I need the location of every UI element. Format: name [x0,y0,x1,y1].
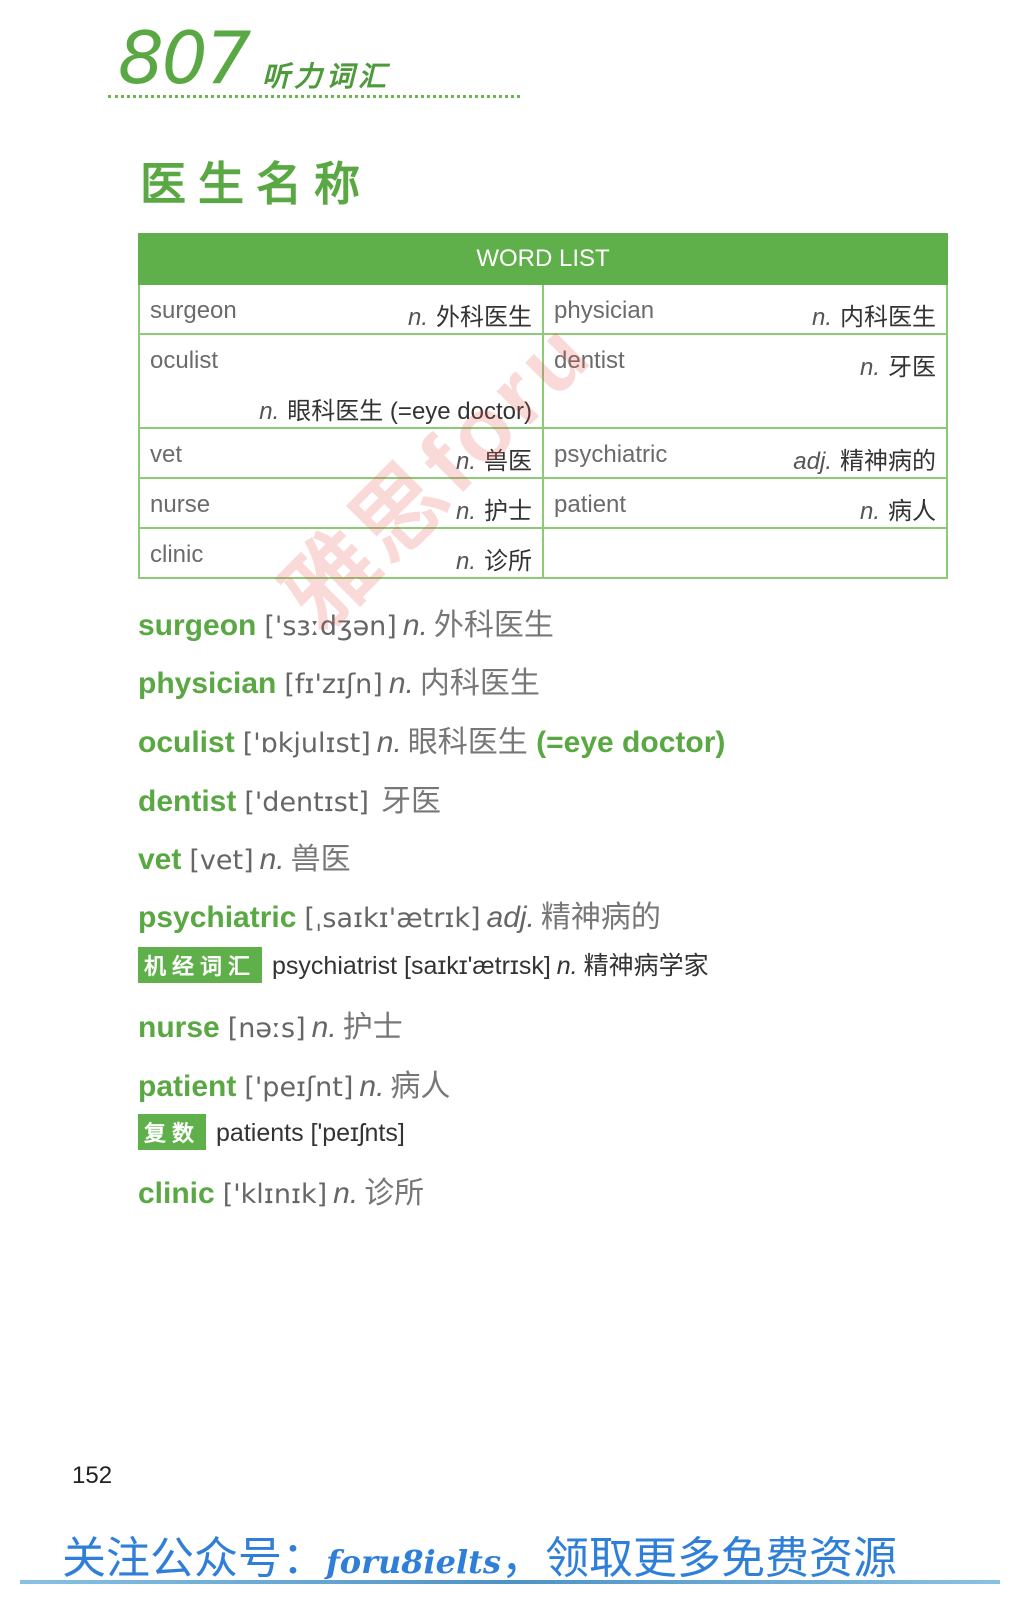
section-title: 医生名称 [140,157,372,211]
word-list-header: WORD LIST [138,233,948,285]
word-cell: patient n. 病人 [542,477,948,529]
footer-line [20,1580,1000,1584]
footer-promo: 关注公众号：foru8ielts，领取更多免费资源 [62,1534,897,1583]
definition: n. 病人 [859,498,936,525]
badge-label: 复数 [138,1114,207,1150]
definition: n. 牙医 [859,354,936,381]
book-subtitle: 听力词汇 [262,60,391,93]
definition: n. 内科医生 [811,304,936,331]
header-divider [108,95,520,98]
definition: n. 诊所 [455,548,532,575]
empty-cell [542,527,948,579]
word: clinic [150,541,204,568]
word-cell: physician n. 内科医生 [542,283,948,335]
definition: adj. 精神病的 [793,448,936,475]
subentry-patients: 复数 patients ['peɪʃnts] [138,1114,405,1150]
word: vet [150,441,183,468]
word: psychiatric [554,441,668,468]
entry-clinic: clinic ['klɪnɪk] n. 诊所 [138,1177,425,1210]
entry-patient: patient ['peɪʃnt] n. 病人 [138,1070,451,1103]
word: oculist [150,347,219,374]
entry-physician: physician [fɪ'zɪʃn] n. 内科医生 [138,667,540,700]
entry-vet: vet [vet] n. 兽医 [138,843,351,876]
page-number: 152 [72,1462,113,1489]
entry-dentist: dentist ['dentɪst] 牙医 [138,785,441,818]
word-cell: psychiatric adj. 精神病的 [542,427,948,479]
book-number: 807 [118,16,251,100]
word: physician [554,297,655,324]
badge-label: 机经词汇 [138,947,263,983]
word: surgeon [150,297,237,324]
subentry-psychiatrist: 机经词汇 psychiatrist [saɪkɪ'ætrɪsk] n. 精神病学家 [138,946,709,983]
word: nurse [150,491,211,518]
word: patient [554,491,627,518]
entry-psychiatric: psychiatric [ˌsaɪkɪ'ætrɪk] adj. 精神病的 [138,901,661,934]
entry-nurse: nurse [nəːs] n. 护士 [138,1011,403,1044]
entry-oculist: oculist ['ɒkjulɪst] n. 眼科医生 (=eye doctor) [138,726,726,759]
